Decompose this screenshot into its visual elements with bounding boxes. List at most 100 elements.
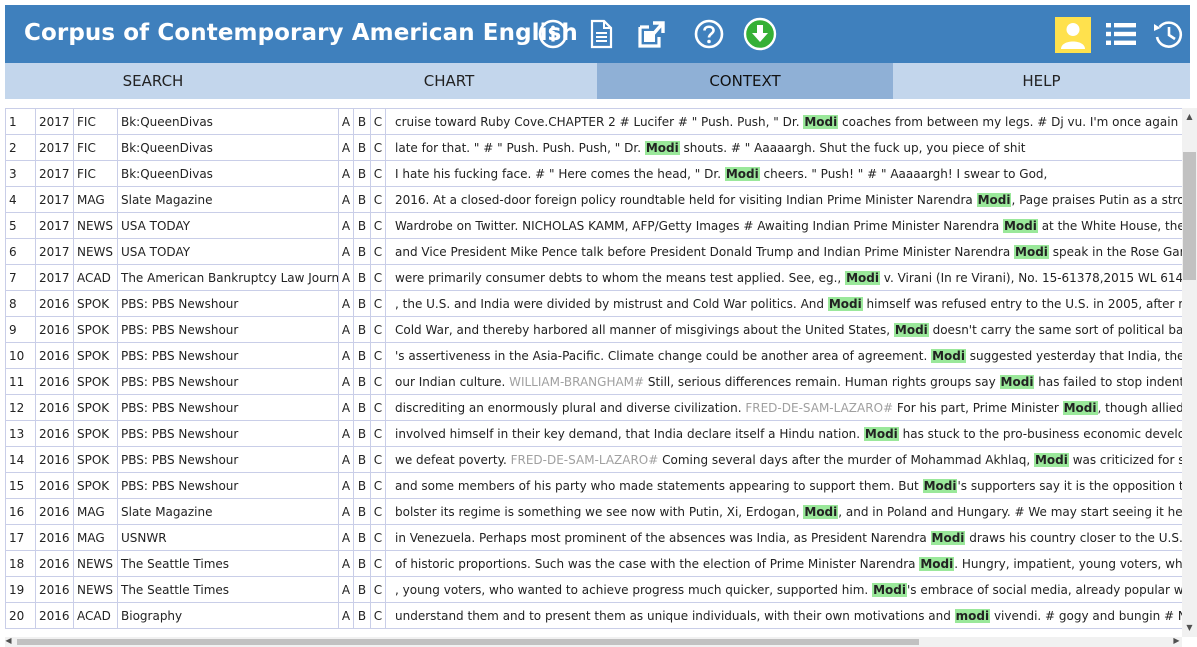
keyword-match[interactable]: Modi [922, 478, 958, 493]
tab-chart[interactable]: CHART [301, 63, 597, 99]
horizontal-scroll-thumb[interactable] [17, 639, 919, 645]
expand-b-link[interactable]: B [353, 420, 371, 447]
keyword-match[interactable]: Modi [827, 296, 863, 311]
source-cell[interactable]: Bk:QueenDivas [117, 160, 339, 187]
expand-a-link[interactable]: A [338, 472, 354, 499]
expand-c-link[interactable]: C [370, 368, 386, 395]
source-cell[interactable]: Bk:QueenDivas [117, 134, 339, 161]
expand-b-link[interactable]: B [353, 238, 371, 265]
keyword-match[interactable]: Modi [930, 530, 966, 545]
scroll-up-arrow-icon[interactable]: ▲ [1182, 110, 1197, 124]
expand-c-link[interactable]: C [370, 264, 386, 291]
expand-a-link[interactable]: A [338, 186, 354, 213]
source-cell[interactable]: The Seattle Times [117, 550, 339, 577]
expand-c-link[interactable]: C [370, 134, 386, 161]
vertical-scrollbar[interactable]: ▲ ▼ [1182, 108, 1197, 637]
expand-a-link[interactable]: A [338, 160, 354, 187]
help-icon[interactable] [691, 16, 727, 52]
expand-c-link[interactable]: C [370, 602, 386, 629]
source-cell[interactable]: Slate Magazine [117, 498, 339, 525]
source-cell[interactable]: PBS: PBS Newshour [117, 342, 339, 369]
expand-b-link[interactable]: B [353, 550, 371, 577]
keyword-match[interactable]: Modi [872, 582, 907, 597]
tab-context[interactable]: CONTEXT [597, 63, 893, 99]
expand-b-link[interactable]: B [353, 446, 371, 473]
expand-b-link[interactable]: B [353, 290, 371, 317]
source-cell[interactable]: The American Bankruptcy Law Journal [117, 264, 339, 291]
expand-c-link[interactable]: C [370, 160, 386, 187]
expand-b-link[interactable]: B [353, 394, 371, 421]
expand-a-link[interactable]: A [338, 498, 354, 525]
expand-c-link[interactable]: C [370, 550, 386, 577]
expand-b-link[interactable]: B [353, 108, 371, 135]
keyword-match[interactable]: Modi [724, 166, 760, 181]
expand-c-link[interactable]: C [370, 212, 386, 239]
expand-a-link[interactable]: A [338, 420, 354, 447]
external-link-icon[interactable] [633, 16, 669, 52]
expand-a-link[interactable]: A [338, 342, 354, 369]
scroll-right-arrow-icon[interactable]: ▶ [1169, 635, 1184, 647]
vertical-scroll-thumb[interactable] [1183, 152, 1196, 280]
source-cell[interactable]: PBS: PBS Newshour [117, 420, 339, 447]
keyword-match[interactable]: modi [954, 608, 991, 623]
expand-a-link[interactable]: A [338, 108, 354, 135]
expand-a-link[interactable]: A [338, 602, 354, 629]
expand-b-link[interactable]: B [353, 186, 371, 213]
keyword-match[interactable]: Modi [845, 270, 880, 285]
expand-a-link[interactable]: A [338, 394, 354, 421]
scroll-down-arrow-icon[interactable]: ▼ [1182, 621, 1197, 635]
keyword-match[interactable]: Modi [893, 322, 929, 337]
expand-a-link[interactable]: A [338, 524, 354, 551]
keyword-match[interactable]: Modi [644, 140, 680, 155]
expand-c-link[interactable]: C [370, 472, 386, 499]
expand-c-link[interactable]: C [370, 186, 386, 213]
keyword-match[interactable]: Modi [1033, 452, 1069, 467]
expand-c-link[interactable]: C [370, 446, 386, 473]
source-cell[interactable]: Bk:QueenDivas [117, 108, 339, 135]
source-cell[interactable]: PBS: PBS Newshour [117, 446, 339, 473]
expand-c-link[interactable]: C [370, 524, 386, 551]
expand-c-link[interactable]: C [370, 290, 386, 317]
keyword-match[interactable]: Modi [976, 192, 1012, 207]
expand-c-link[interactable]: C [370, 576, 386, 603]
keyword-match[interactable]: Modi [1002, 218, 1038, 233]
expand-b-link[interactable]: B [353, 134, 371, 161]
history-icon[interactable] [1150, 16, 1186, 52]
expand-a-link[interactable]: A [338, 446, 354, 473]
expand-a-link[interactable]: A [338, 576, 354, 603]
keyword-match[interactable]: Modi [863, 426, 899, 441]
source-cell[interactable]: PBS: PBS Newshour [117, 472, 339, 499]
expand-c-link[interactable]: C [370, 394, 386, 421]
expand-c-link[interactable]: C [370, 316, 386, 343]
info-icon[interactable] [535, 16, 571, 52]
source-cell[interactable]: PBS: PBS Newshour [117, 368, 339, 395]
expand-a-link[interactable]: A [338, 316, 354, 343]
expand-a-link[interactable]: A [338, 212, 354, 239]
expand-b-link[interactable]: B [353, 576, 371, 603]
source-cell[interactable]: USA TODAY [117, 212, 339, 239]
source-cell[interactable]: Slate Magazine [117, 186, 339, 213]
expand-c-link[interactable]: C [370, 498, 386, 525]
keyword-match[interactable]: Modi [1014, 244, 1049, 259]
keyword-match[interactable]: Modi [803, 114, 839, 129]
document-icon[interactable] [583, 16, 619, 52]
expand-a-link[interactable]: A [338, 550, 354, 577]
tab-help[interactable]: HELP [893, 63, 1190, 99]
download-icon[interactable] [742, 16, 778, 52]
source-cell[interactable]: PBS: PBS Newshour [117, 316, 339, 343]
list-icon[interactable] [1103, 16, 1139, 52]
expand-a-link[interactable]: A [338, 290, 354, 317]
source-cell[interactable]: The Seattle Times [117, 576, 339, 603]
source-cell[interactable]: Biography [117, 602, 339, 629]
expand-c-link[interactable]: C [370, 238, 386, 265]
user-icon[interactable] [1055, 17, 1091, 53]
expand-a-link[interactable]: A [338, 134, 354, 161]
source-cell[interactable]: PBS: PBS Newshour [117, 290, 339, 317]
keyword-match[interactable]: Modi [803, 504, 839, 519]
keyword-match[interactable]: Modi [1062, 400, 1098, 415]
expand-b-link[interactable]: B [353, 368, 371, 395]
expand-c-link[interactable]: C [370, 420, 386, 447]
keyword-match[interactable]: Modi [999, 374, 1035, 389]
expand-b-link[interactable]: B [353, 498, 371, 525]
expand-c-link[interactable]: C [370, 108, 386, 135]
